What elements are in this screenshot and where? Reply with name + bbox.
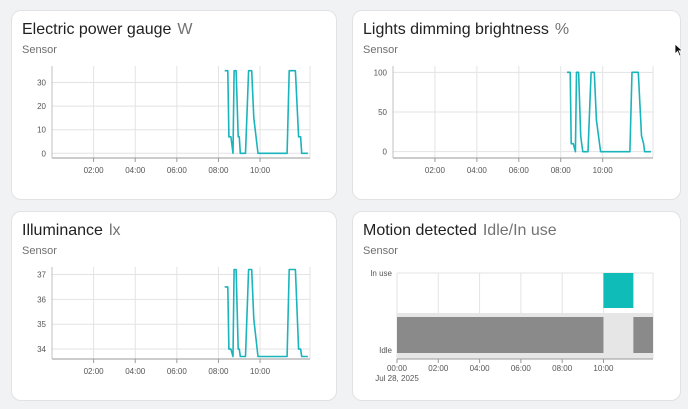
- x-tick-label: 10:00: [593, 166, 614, 175]
- y-tick-label: Idle: [379, 346, 392, 355]
- mouse-pointer-icon: [674, 43, 684, 57]
- x-tick-label: 06:00: [167, 166, 188, 175]
- x-tick-label: 08:00: [208, 166, 229, 175]
- y-tick-label: 20: [37, 102, 46, 111]
- y-tick-label: 36: [37, 295, 46, 304]
- x-tick-label: 04:00: [467, 166, 488, 175]
- x-tick-label: 06:00: [167, 367, 188, 376]
- y-tick-label: 37: [37, 270, 46, 279]
- x-tick-label: 02:00: [428, 364, 449, 373]
- card-illuminance[interactable]: Illuminance lx Sensor 34 35 36 37 02:00 04:00 0…: [11, 211, 337, 401]
- x-tick-label: 10:00: [250, 367, 271, 376]
- motion-timeline-chart[interactable]: In use Idle 00:00 02:00 04:00 06:00 08:00 10:00…: [353, 212, 682, 402]
- x-tick-label: 02:00: [425, 166, 446, 175]
- x-tick-label: 10:00: [250, 166, 271, 175]
- x-tick-label: 02:00: [84, 166, 105, 175]
- series-line: [224, 268, 308, 358]
- x-tick-label: 08:00: [552, 364, 573, 373]
- x-tick-label: 04:00: [470, 364, 491, 373]
- x-tick-label: 00:00: [387, 364, 408, 373]
- x-tick-label: 08:00: [208, 367, 229, 376]
- y-tick-label: 0: [42, 149, 47, 158]
- x-tick-label: 06:00: [509, 166, 530, 175]
- y-tick-label: 35: [37, 320, 46, 329]
- x-tick-label: 04:00: [125, 166, 146, 175]
- state-bar-idle: [633, 317, 653, 353]
- card-electric-power[interactable]: Electric power gauge W Sensor 0 10 20 30 02:0…: [11, 10, 337, 200]
- brightness-chart[interactable]: 0 50 100 02:00 04:00 06:00 08:00 10:00: [353, 11, 682, 201]
- y-tick-label: 0: [383, 148, 388, 157]
- series-line: [224, 69, 308, 155]
- x-tick-label: 08:00: [551, 166, 572, 175]
- state-bar-in-use: [603, 273, 634, 308]
- y-tick-label: 30: [37, 79, 46, 88]
- x-tick-label: 02:00: [84, 367, 105, 376]
- y-tick-label: 50: [378, 108, 387, 117]
- y-tick-label: 100: [374, 68, 388, 77]
- x-tick-label: 10:00: [593, 364, 614, 373]
- y-tick-label: In use: [370, 269, 392, 278]
- illuminance-chart[interactable]: 34 35 36 37 02:00 04:00 06:00 08:00 10:00: [12, 212, 338, 402]
- x-subtick-label: Jul 28, 2025: [375, 374, 419, 383]
- y-tick-label: 10: [37, 126, 46, 135]
- x-tick-label: 04:00: [125, 367, 146, 376]
- y-tick-label: 34: [37, 345, 46, 354]
- x-tick-label: 06:00: [511, 364, 532, 373]
- state-bar-idle: [397, 317, 604, 353]
- power-chart[interactable]: 0 10 20 30 02:00 04:00 06:00 08:00 10:00: [12, 11, 338, 201]
- card-motion-detected[interactable]: Motion detected Idle/In use Sensor In use…: [352, 211, 681, 401]
- card-lights-brightness[interactable]: Lights dimming brightness% Sensor 0 50 100…: [352, 10, 681, 200]
